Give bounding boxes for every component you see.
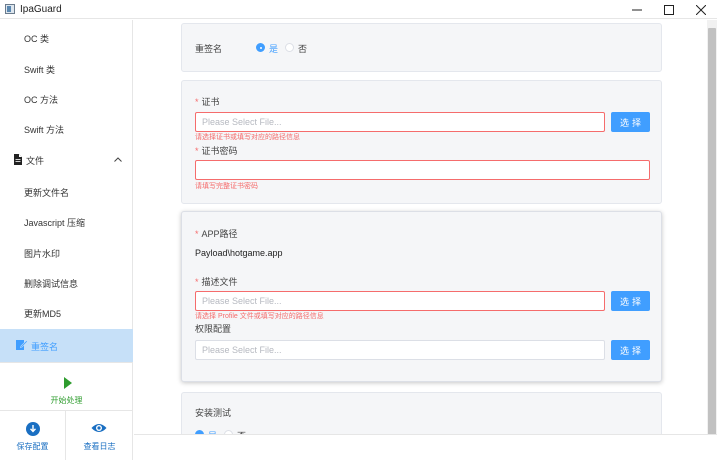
certificate-error: 请选择证书或填写对应的路径信息: [195, 134, 300, 141]
app-path-label: * APP路径: [195, 229, 238, 239]
maximize-button[interactable]: [653, 0, 685, 19]
certificate-label: * 证书: [195, 97, 220, 107]
sidebar-item-oc-class[interactable]: OC 类: [0, 23, 133, 54]
sidebar-item-label: OC 方法: [24, 95, 59, 105]
sidebar-item-label: Swift 方法: [24, 125, 65, 135]
window-title: IpaGuard: [20, 3, 62, 15]
sidebar-group-file[interactable]: 文件: [0, 145, 133, 176]
certificate-password-error: 请填写完整证书密码: [195, 183, 258, 190]
profile-label: * 描述文件: [195, 277, 238, 287]
sidebar-item-label: 重签名: [31, 341, 59, 352]
sidebar-item-label: OC 类: [24, 34, 50, 44]
sidebar-item-label: 删除调试信息: [24, 279, 79, 289]
save-config-button[interactable]: 保存配置: [0, 411, 66, 460]
bottom-actions: 保存配置 查看日志: [0, 410, 133, 460]
sidebar-item-label: Swift 类: [24, 65, 56, 75]
certificate-password-label: * 证书密码: [195, 146, 238, 156]
scrollbar-thumb[interactable]: [708, 28, 716, 438]
maximize-icon: [664, 4, 674, 15]
sidebar-item-image-watermark[interactable]: 图片水印: [0, 238, 133, 269]
certificate-select-button[interactable]: 选择: [611, 112, 650, 132]
sidebar-item-js-compress[interactable]: Javascript 压缩: [0, 207, 133, 238]
certificate-input[interactable]: [195, 112, 605, 132]
entitlements-select-button[interactable]: 选择: [611, 340, 650, 360]
close-icon: [696, 4, 706, 15]
certificate-password-input[interactable]: [195, 160, 650, 180]
sidebar-item-update-md5[interactable]: 更新MD5: [0, 298, 133, 329]
profile-input[interactable]: [195, 291, 605, 311]
file-icon: [14, 154, 22, 165]
main-content: 重签名 是 否 *证书 选择 请选择证书或填写对应的路径信息 *证书密码 请填写…: [134, 20, 707, 434]
view-log-button[interactable]: 查看日志: [66, 411, 133, 460]
certificate-card: *证书 选择 请选择证书或填写对应的路径信息 *证书密码 请填写完整证书密码: [181, 80, 662, 204]
vertical-scrollbar[interactable]: [707, 20, 717, 438]
eye-icon: [91, 424, 107, 432]
install-test-card: 安装测试 是 否: [181, 392, 662, 434]
resign-no-radio[interactable]: [285, 43, 294, 52]
start-area: 开始处理: [0, 362, 133, 410]
bottom-strip: [134, 434, 717, 460]
sidebar-item-swift-class[interactable]: Swift 类: [0, 54, 133, 85]
play-icon: [64, 377, 72, 389]
minimize-icon: [632, 9, 642, 10]
install-test-label: 安装测试: [195, 408, 232, 418]
sidebar-item-update-filename[interactable]: 更新文件名: [0, 177, 133, 208]
sidebar: OC 类 Swift 类 OC 方法 Swift 方法 文件 更新文件名 Jav…: [0, 20, 133, 460]
resign-no-label[interactable]: 否: [298, 42, 307, 55]
entitlements-input[interactable]: [195, 340, 605, 360]
view-log-label: 查看日志: [83, 442, 116, 451]
minimize-button[interactable]: [621, 0, 653, 19]
start-process-button[interactable]: 开始处理: [0, 363, 133, 411]
sidebar-item-label: 更新MD5: [24, 309, 62, 319]
title-bar: IpaGuard: [0, 0, 717, 19]
sidebar-item-remove-debug-info[interactable]: 删除调试信息: [0, 268, 133, 299]
sidebar-item-oc-method[interactable]: OC 方法: [0, 84, 133, 115]
start-process-label: 开始处理: [50, 396, 83, 405]
profile-error: 请选择 Profile 文件或填写对应的路径信息: [195, 313, 324, 320]
save-config-label: 保存配置: [16, 442, 49, 451]
profile-select-button[interactable]: 选择: [611, 291, 650, 311]
app-icon: [5, 4, 15, 14]
sidebar-item-label: Javascript 压缩: [24, 218, 86, 228]
chevron-up-icon: [114, 157, 122, 162]
resign-label: 重签名: [195, 44, 223, 54]
edit-icon: [16, 340, 28, 350]
app-path-value: Payload\hotgame.app: [195, 248, 283, 258]
resign-card: 重签名 是 否: [181, 23, 662, 72]
sidebar-group-label: 文件: [26, 156, 45, 166]
entitlements-label: 权限配置: [195, 324, 232, 334]
window-controls: [621, 0, 717, 19]
sidebar-item-resign[interactable]: 重签名: [0, 329, 133, 363]
app-config-card: *APP路径 Payload\hotgame.app *描述文件 选择 请选择 …: [181, 211, 662, 382]
sidebar-item-swift-method[interactable]: Swift 方法: [0, 114, 133, 145]
sidebar-item-label: 更新文件名: [24, 188, 70, 198]
sidebar-item-label: 图片水印: [24, 249, 61, 259]
resign-yes-label[interactable]: 是: [269, 42, 278, 55]
resign-yes-radio[interactable]: [256, 43, 265, 52]
close-button[interactable]: [685, 0, 717, 19]
download-icon: [26, 422, 40, 436]
